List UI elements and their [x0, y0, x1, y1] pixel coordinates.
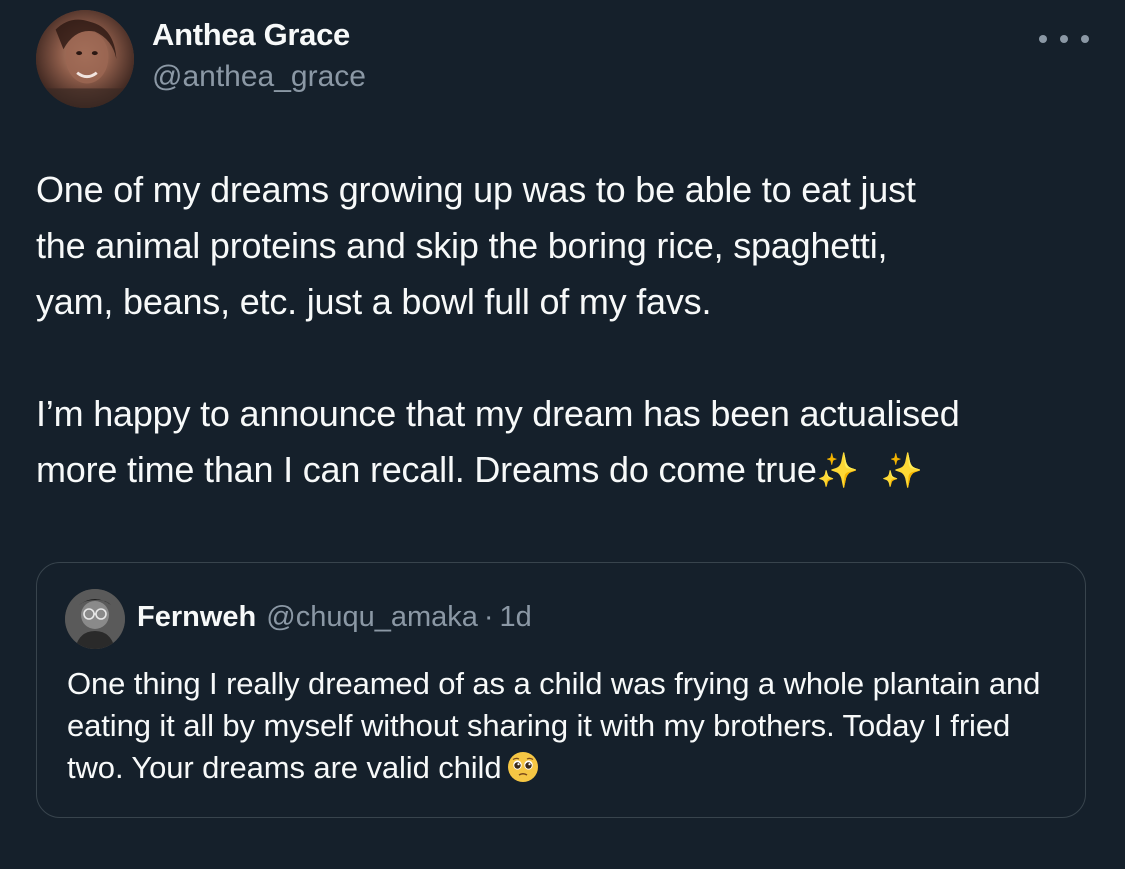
quoted-tweet[interactable]: Fernweh @chuqu_amaka · 1d One thing I reall… [36, 562, 1086, 818]
quoted-author-name[interactable]: Fernweh [137, 601, 256, 633]
more-dot [1081, 35, 1089, 43]
author-avatar[interactable] [36, 10, 134, 108]
quoted-header: Fernweh @chuqu_amaka · 1d [137, 601, 532, 634]
author-handle[interactable]: @anthea_grace [152, 60, 366, 94]
quoted-author-handle[interactable]: @chuqu_amaka [266, 601, 478, 633]
more-dot [1060, 35, 1068, 43]
tweet-body: One of my dreams growing up was to be ab… [36, 169, 960, 490]
more-dot [1039, 35, 1047, 43]
pleading-face-icon [508, 752, 539, 782]
author-name[interactable]: Anthea Grace [152, 17, 350, 53]
sparkles-emoji-icon: ✨ ✨ [816, 452, 929, 490]
separator-dot: · [483, 601, 494, 633]
quoted-body: One thing I really dreamed of as a child… [67, 666, 1041, 785]
quoted-timestamp[interactable]: 1d [500, 601, 532, 633]
tweet-text: One of my dreams growing up was to be ab… [36, 162, 1096, 499]
quoted-author-avatar [65, 589, 125, 649]
quoted-text: One thing I really dreamed of as a child… [67, 663, 1057, 789]
more-options-icon[interactable] [1039, 24, 1089, 54]
tweet-page: Anthea Grace @anthea_grace One of my dre… [0, 0, 1125, 869]
